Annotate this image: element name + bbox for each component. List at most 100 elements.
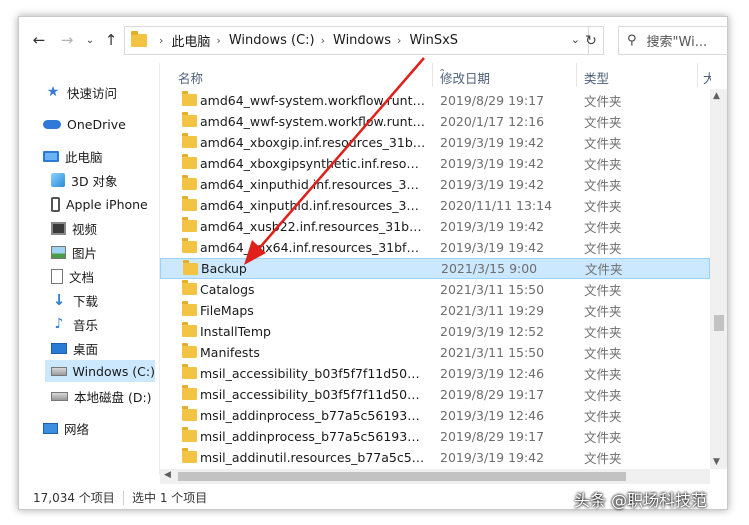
drive-icon bbox=[51, 391, 68, 401]
folder-icon bbox=[131, 31, 147, 47]
chevron-right-icon: › bbox=[159, 34, 164, 47]
file-name: msil_accessibility_b03f5f7f11d50a3a_... bbox=[200, 387, 426, 402]
refresh-icon[interactable]: ↻ bbox=[579, 26, 604, 55]
sidebar-item-network[interactable]: 网络 bbox=[43, 417, 89, 439]
scroll-down-icon[interactable]: ▼ bbox=[713, 457, 720, 467]
column-divider[interactable] bbox=[432, 63, 433, 87]
column-header-type[interactable]: 类型 bbox=[584, 68, 609, 87]
table-row[interactable]: Catalogs 2021/3/11 15:50 文件夹 bbox=[160, 279, 710, 300]
file-type: 文件夹 bbox=[584, 220, 622, 235]
file-name: amd64_ynx64.inf.resources_31bf385... bbox=[200, 240, 426, 255]
file-name: msil_addinprocess_b77a5c561934e08... bbox=[200, 408, 426, 423]
vertical-scrollbar[interactable]: ▲ ▼ bbox=[710, 89, 727, 469]
column-header-name[interactable]: 名称 bbox=[178, 68, 203, 87]
sidebar-item-quick-access[interactable]: ★ 快速访问 bbox=[45, 81, 117, 103]
sidebar-item-drive-d[interactable]: 本地磁盘 (D:) bbox=[51, 385, 152, 407]
table-row[interactable]: amd64_xusb22.inf.resources_31bf385... 201… bbox=[160, 216, 710, 237]
table-row[interactable]: Manifests 2021/3/11 15:50 文件夹 bbox=[160, 342, 710, 363]
file-type: 文件夹 bbox=[584, 346, 622, 361]
music-icon: ♪ bbox=[54, 316, 64, 332]
file-type: 文件夹 bbox=[584, 241, 622, 256]
folder-icon bbox=[182, 406, 197, 421]
folder-icon bbox=[182, 175, 197, 190]
file-date: 2021/3/15 9:00 bbox=[441, 261, 538, 276]
column-divider[interactable] bbox=[576, 63, 577, 87]
table-row[interactable]: msil_addinprocess_b77a5c561934e08... 2019… bbox=[160, 405, 710, 426]
breadcrumb-this-pc[interactable]: 此电脑 bbox=[171, 31, 210, 50]
forward-arrow-icon[interactable]: → bbox=[55, 28, 79, 52]
chevron-right-icon[interactable]: › bbox=[216, 34, 220, 47]
up-arrow-icon[interactable]: ↑ bbox=[99, 28, 123, 52]
folder-icon bbox=[182, 133, 197, 148]
sidebar-item-documents[interactable]: 文档 bbox=[51, 265, 94, 287]
folder-icon bbox=[182, 322, 197, 337]
search-icon: ⚲ bbox=[627, 33, 637, 48]
table-row[interactable]: amd64_xboxgip.inf.resources_31bf38... 201… bbox=[160, 132, 710, 153]
table-row[interactable]: FileMaps 2021/3/11 19:29 文件夹 bbox=[160, 300, 710, 321]
sidebar-item-desktop[interactable]: 桌面 bbox=[51, 337, 98, 359]
file-date: 2019/3/19 19:42 bbox=[440, 177, 545, 192]
sidebar-item-drive-c[interactable]: Windows (C:) bbox=[45, 360, 155, 382]
table-row[interactable]: amd64_wwf-system.workflow.runtime... 2019… bbox=[160, 90, 710, 111]
breadcrumb-winsxs[interactable]: WinSxS bbox=[409, 33, 458, 48]
file-type: 文件夹 bbox=[584, 199, 622, 214]
file-date: 2019/8/29 19:17 bbox=[440, 93, 545, 108]
file-name: Catalogs bbox=[200, 282, 255, 297]
sidebar-item-label: OneDrive bbox=[67, 116, 126, 132]
address-bar[interactable]: › 此电脑 › Windows (C:) › Windows › WinSxS … bbox=[124, 26, 589, 55]
column-header-size[interactable]: 大 bbox=[703, 68, 711, 87]
file-type: 文件夹 bbox=[585, 262, 623, 277]
file-type: 文件夹 bbox=[584, 325, 622, 340]
sidebar-item-onedrive[interactable]: OneDrive bbox=[43, 113, 126, 135]
table-row[interactable]: amd64_xinputhid.inf.resources_31bf3... 20… bbox=[160, 195, 710, 216]
sidebar-item-this-pc[interactable]: 此电脑 bbox=[43, 145, 103, 167]
video-icon bbox=[51, 221, 66, 235]
file-date: 2019/3/19 19:42 bbox=[440, 240, 545, 255]
table-row[interactable]: amd64_xboxgipsynthetic.inf.resource... 20… bbox=[160, 153, 710, 174]
table-row[interactable]: msil_accessibility_b03f5f7f11d50a3a_... 2… bbox=[160, 384, 710, 405]
document-icon bbox=[51, 268, 63, 284]
file-type: 文件夹 bbox=[584, 409, 622, 424]
file-type: 文件夹 bbox=[584, 94, 622, 109]
table-row[interactable]: amd64_wwf-system.workflow.runtime... 2020… bbox=[160, 111, 710, 132]
sidebar-item-label: 快速访问 bbox=[67, 85, 118, 101]
folder-icon bbox=[182, 196, 197, 211]
column-divider[interactable] bbox=[697, 63, 698, 87]
folder-icon bbox=[182, 112, 197, 127]
sidebar-item-videos[interactable]: 视频 bbox=[51, 217, 97, 239]
breadcrumb-drive-c[interactable]: Windows (C:) bbox=[229, 33, 315, 48]
scroll-left-icon[interactable]: ◀ bbox=[164, 470, 171, 480]
column-header-date[interactable]: 修改日期 bbox=[440, 68, 490, 87]
sidebar-item-apple-iphone[interactable]: Apple iPhone bbox=[51, 193, 148, 215]
table-row[interactable]: msil_accessibility_b03f5f7f11d50a3a_... 2… bbox=[160, 363, 710, 384]
selection-count: 选中 1 个项目 bbox=[132, 491, 208, 505]
sidebar-item-label: 图片 bbox=[72, 245, 98, 261]
search-box[interactable]: ⚲ 搜索"Wi... bbox=[618, 26, 729, 55]
scroll-up-icon[interactable]: ▲ bbox=[713, 91, 720, 101]
table-row[interactable]: amd64_xinputhid.inf.resources_31bf3... 20… bbox=[160, 174, 710, 195]
navigation-bar: ← → ⌄ ↑ › 此电脑 › Windows (C:) › Windows ›… bbox=[19, 17, 729, 63]
breadcrumb-windows[interactable]: Windows bbox=[333, 33, 391, 48]
scrollbar-thumb[interactable] bbox=[714, 315, 724, 331]
sidebar-item-music[interactable]: ♪ 音乐 bbox=[51, 313, 98, 335]
chevron-right-icon[interactable]: › bbox=[397, 34, 401, 47]
sidebar-item-pictures[interactable]: 图片 bbox=[51, 241, 97, 263]
sidebar-item-downloads[interactable]: ↓ 下载 bbox=[51, 289, 98, 311]
sidebar-item-3d-objects[interactable]: 3D 对象 bbox=[51, 169, 118, 191]
chevron-right-icon[interactable]: › bbox=[321, 34, 325, 47]
back-arrow-icon[interactable]: ← bbox=[27, 28, 51, 52]
file-type: 文件夹 bbox=[584, 115, 622, 130]
horizontal-scrollbar[interactable]: ◀ bbox=[160, 469, 710, 484]
folder-icon bbox=[182, 154, 197, 169]
file-name: Backup bbox=[201, 261, 247, 276]
table-row[interactable]: amd64_ynx64.inf.resources_31bf385... 2019… bbox=[160, 237, 710, 258]
table-row[interactable]: msil_addinprocess_b77a5c561934e08... 2019… bbox=[160, 426, 710, 447]
file-name: amd64_wwf-system.workflow.runtime... bbox=[200, 114, 426, 129]
sidebar-item-label: 本地磁盘 (D:) bbox=[74, 389, 152, 405]
table-row[interactable]: InstallTemp 2019/3/19 12:52 文件夹 bbox=[160, 321, 710, 342]
file-date: 2021/3/11 15:50 bbox=[440, 282, 545, 297]
scrollbar-thumb[interactable] bbox=[178, 472, 626, 481]
table-row[interactable]: msil_addinutil.resources_b77a5c5619... 20… bbox=[160, 447, 710, 468]
table-row[interactable]: Backup 2021/3/15 9:00 文件夹 bbox=[160, 258, 710, 279]
file-date: 2019/8/29 19:17 bbox=[440, 387, 545, 402]
